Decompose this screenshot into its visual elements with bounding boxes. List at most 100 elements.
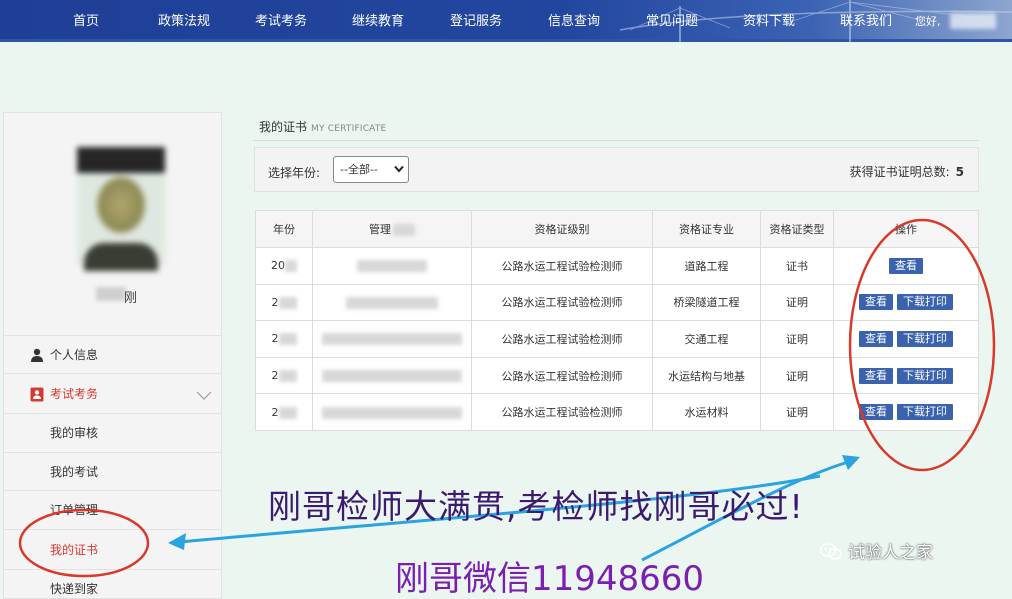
sidebar-item-label: 我的证书 — [50, 543, 99, 557]
download-print-button[interactable]: 下载打印 — [897, 404, 953, 421]
redacted-block — [357, 260, 427, 273]
avatar-shoulders — [84, 243, 158, 271]
user-greeting: 您好, — [915, 15, 941, 28]
year-select-value: --全部-- — [340, 163, 378, 176]
nav-contact[interactable]: 联系我们 — [840, 0, 892, 42]
cell-year: 20 — [255, 247, 313, 285]
cell-level: 公路水运工程试验检测师 — [471, 356, 653, 395]
cell-type: 证明 — [760, 320, 834, 358]
cell-number — [312, 356, 472, 395]
top-nav: 首页 政策法规 考试考务 继续教育 登记服务 信息查询 常见问题 资料下载 联系… — [0, 0, 1012, 42]
cell-year-text: 20 — [271, 259, 285, 273]
cell-level: 公路水运工程试验检测师 — [471, 393, 653, 431]
sidebar-item-label: 快递到家 — [50, 582, 99, 596]
nav-faq[interactable]: 常见问题 — [646, 0, 698, 42]
redacted-block — [322, 406, 462, 419]
cell-major: 水运材料 — [652, 393, 761, 431]
cell-level: 公路水运工程试验检测师 — [471, 247, 653, 285]
view-button[interactable]: 查看 — [859, 404, 893, 421]
sidebar-item-my-review[interactable]: 我的审核 — [4, 413, 221, 452]
sidebar: 刚 个人信息 考试考务 我的审核 我的考试 订单管理 我的证书 快递到家 — [3, 112, 222, 599]
certificate-table: 年份 管理 资格证级别 资格证专业 资格证类型 操作 20 公路水运工程试验检测… — [255, 210, 979, 431]
view-button[interactable]: 查看 — [859, 294, 893, 311]
download-print-button[interactable]: 下载打印 — [897, 367, 953, 384]
cell-number — [312, 283, 472, 322]
chevron-down-icon — [394, 165, 404, 173]
cell-actions: 查看 下载打印 — [833, 320, 979, 358]
cell-year: 2 — [255, 356, 313, 395]
sidebar-item-personal-info[interactable]: 个人信息 — [4, 335, 221, 373]
col-header-major: 资格证专业 — [652, 210, 761, 248]
user-icon — [31, 348, 43, 362]
nav-downloads[interactable]: 资料下载 — [743, 0, 795, 42]
sidebar-item-orders[interactable]: 订单管理 — [4, 490, 221, 529]
page-title: 我的证书 MY CERTIFICATE — [259, 118, 386, 135]
view-button[interactable]: 查看 — [889, 257, 923, 274]
col-header-actions: 操作 — [833, 210, 979, 248]
cell-actions: 查看 下载打印 — [833, 393, 979, 431]
table-row: 2 公路水运工程试验检测师 交通工程 证明 查看 下载打印 — [255, 320, 979, 358]
chevron-down-icon[interactable] — [195, 386, 213, 404]
year-filter-label: 选择年份: — [268, 166, 321, 180]
table-row: 20 公路水运工程试验检测师 道路工程 证书 查看 — [255, 247, 979, 285]
cell-number — [312, 247, 472, 285]
promo-slogan: 刚哥检师大满贯,考检师找刚哥必过! — [268, 487, 804, 526]
col-header-number: 管理 — [312, 210, 472, 248]
cell-year-text: 2 — [271, 332, 279, 346]
sidebar-item-label: 订单管理 — [50, 503, 99, 517]
download-print-button[interactable]: 下载打印 — [897, 330, 953, 347]
sidebar-item-exam-affairs[interactable]: 考试考务 — [4, 373, 221, 413]
sidebar-item-label: 我的审核 — [50, 426, 99, 440]
sidebar-username: 刚 — [124, 291, 138, 306]
cell-actions: 查看 — [833, 247, 979, 285]
nav-info-query[interactable]: 信息查询 — [548, 0, 600, 42]
table-row: 2 公路水运工程试验检测师 水运结构与地基 证明 查看 下载打印 — [255, 356, 979, 395]
cell-year-text: 2 — [271, 295, 279, 309]
view-button[interactable]: 查看 — [859, 330, 893, 347]
redacted-block — [278, 333, 297, 346]
username-redacted[interactable] — [950, 13, 996, 29]
cell-year: 2 — [255, 393, 313, 431]
sidebar-item-my-exams[interactable]: 我的考试 — [4, 452, 221, 490]
cell-actions: 查看 下载打印 — [833, 283, 979, 322]
cell-number — [312, 393, 472, 431]
title-divider — [253, 140, 979, 141]
redacted-block — [322, 333, 462, 346]
nav-registration[interactable]: 登记服务 — [450, 0, 502, 42]
redacted-block — [393, 224, 415, 236]
cell-type: 证书 — [760, 247, 834, 285]
cell-year: 2 — [255, 320, 313, 358]
sidebar-item-my-certificates[interactable]: 我的证书 — [4, 529, 221, 569]
col-header-type: 资格证类型 — [760, 210, 834, 248]
sidebar-item-label: 考试考务 — [50, 387, 99, 401]
promo-wechat: 刚哥微信11948660 — [395, 559, 705, 599]
cell-year-text: 2 — [271, 369, 279, 383]
cell-type: 证明 — [760, 283, 834, 322]
cell-type: 证明 — [760, 356, 834, 395]
redacted-block — [346, 296, 438, 309]
watermark-text: 试验人之家 — [848, 543, 933, 563]
table-row: 2 公路水运工程试验检测师 水运材料 证明 查看 下载打印 — [255, 393, 979, 431]
year-select[interactable]: --全部-- — [333, 156, 409, 183]
nav-education[interactable]: 继续教育 — [352, 0, 404, 42]
download-print-button[interactable]: 下载打印 — [897, 294, 953, 311]
nav-exam[interactable]: 考试考务 — [255, 0, 307, 42]
cell-number — [312, 320, 472, 358]
cell-major: 水运结构与地基 — [652, 356, 761, 395]
username-redacted-part — [96, 287, 126, 301]
cell-major: 交通工程 — [652, 320, 761, 358]
table-row: 2 公路水运工程试验检测师 桥梁隧道工程 证明 查看 下载打印 — [255, 283, 979, 322]
cell-actions: 查看 下载打印 — [833, 356, 979, 395]
nav-home[interactable]: 首页 — [73, 0, 99, 42]
cell-type: 证明 — [760, 393, 834, 431]
col-header-number-text: 管理 — [369, 223, 391, 236]
view-button[interactable]: 查看 — [859, 367, 893, 384]
arrow-to-actions-head — [842, 455, 860, 470]
cell-level: 公路水运工程试验检测师 — [471, 320, 653, 358]
id-card-icon — [30, 387, 44, 402]
sidebar-item-express-delivery[interactable]: 快递到家 — [4, 569, 221, 599]
page-title-en: MY CERTIFICATE — [311, 124, 387, 134]
nav-policy[interactable]: 政策法规 — [158, 0, 210, 42]
certificate-total-label: 获得证书证明总数: — [849, 165, 950, 179]
cell-level: 公路水运工程试验检测师 — [471, 283, 653, 322]
